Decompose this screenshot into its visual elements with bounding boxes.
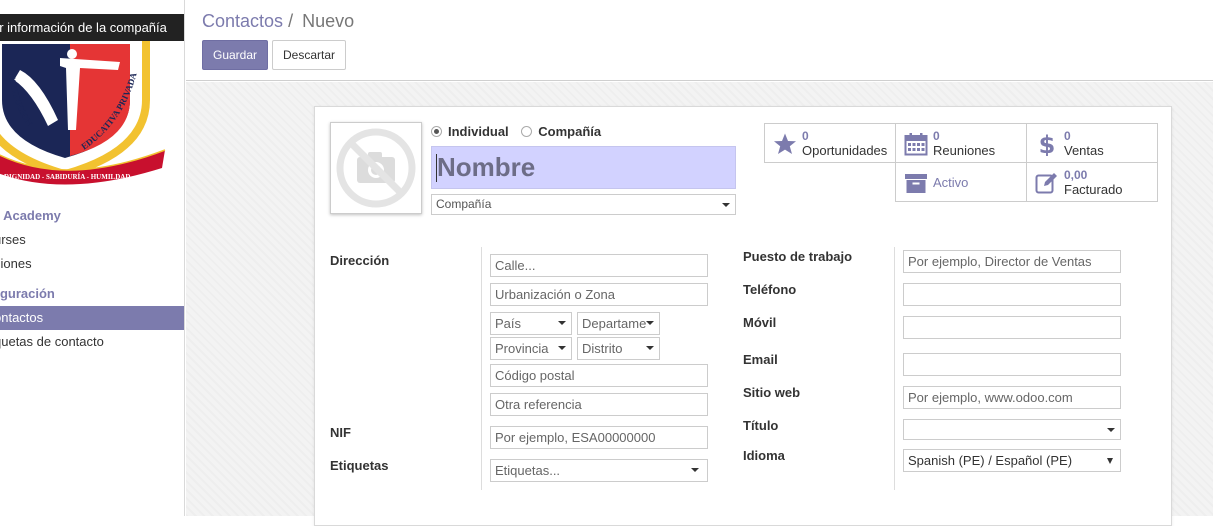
discard-button[interactable]: Descartar	[272, 40, 346, 70]
email-input[interactable]	[903, 353, 1121, 376]
meetings-button[interactable]: 0 Reuniones	[895, 123, 1027, 163]
no-photo-icon	[336, 128, 416, 208]
logo-tooltip: ar información de la compañía	[0, 14, 184, 41]
breadcrumb-current: Nuevo	[302, 11, 355, 31]
chevron-down-icon	[1107, 428, 1115, 432]
job-input[interactable]: Por ejemplo, Director de Ventas	[903, 250, 1121, 273]
sidebar-item-sessions[interactable]: siones	[0, 252, 184, 276]
sidebar-item-courses[interactable]: urses	[0, 228, 184, 252]
control-panel: Contactos / Nuevo Guardar Descartar	[186, 0, 1213, 81]
invoiced-label: Facturado	[1064, 182, 1123, 197]
street-input[interactable]: Calle...	[490, 254, 708, 277]
logo-motto: DIGNIDAD - SABIDURÍA - HUMILDAD	[4, 173, 130, 181]
country-select[interactable]: País	[490, 312, 572, 335]
website-label: Sitio web	[743, 385, 801, 400]
district-select[interactable]: Distrito	[577, 337, 660, 360]
mobile-input[interactable]	[903, 316, 1121, 339]
chevron-down-icon	[558, 346, 566, 350]
chevron-down-icon	[1107, 458, 1113, 464]
svg-text:$: $	[1039, 132, 1056, 156]
invoiced-amount: 0,00	[1064, 168, 1088, 182]
phone-label: Teléfono	[743, 282, 797, 297]
edit-icon	[1035, 173, 1057, 194]
tags-select[interactable]: Etiquetas...	[490, 459, 708, 482]
language-select[interactable]: Spanish (PE) / Español (PE)	[903, 449, 1121, 472]
chevron-down-icon	[646, 321, 654, 325]
radio-individual[interactable]: Individual	[431, 124, 509, 139]
form-sheet: Individual Compañía Nombre Compañía 0 Op…	[314, 106, 1172, 526]
phone-input[interactable]	[903, 283, 1121, 306]
chevron-down-icon	[646, 346, 654, 350]
dollar-icon: $	[1039, 132, 1056, 156]
star-icon	[774, 133, 796, 154]
breadcrumb-separator: /	[288, 11, 294, 31]
nif-label: NIF	[330, 425, 351, 440]
reference-input[interactable]: Otra referencia	[490, 393, 708, 416]
email-label: Email	[743, 352, 778, 367]
language-label: Idioma	[743, 448, 785, 463]
archive-icon	[905, 174, 927, 193]
province-select[interactable]: Provincia	[490, 337, 572, 360]
department-select[interactable]: Departame	[577, 312, 660, 335]
mobile-label: Móvil	[743, 315, 777, 330]
sidebar: INSTITUCION EDUCATIVA PRIVADA DIGNIDAD -…	[0, 0, 185, 516]
active-toggle-button[interactable]: Activo	[895, 162, 1027, 202]
sidebar-section-academy: n Academy	[0, 208, 61, 223]
job-label: Puesto de trabajo	[743, 249, 853, 264]
chevron-down-icon	[558, 321, 566, 325]
sidebar-item-contact-tags[interactable]: quetas de contacto	[0, 330, 184, 354]
breadcrumb-contacts-link[interactable]: Contactos	[202, 11, 283, 31]
tags-label: Etiquetas	[330, 458, 389, 473]
radio-company[interactable]: Compañía	[521, 124, 601, 139]
sidebar-item-contacts[interactable]: ontactos	[0, 306, 184, 330]
opportunities-button[interactable]: 0 Oportunidades	[764, 123, 896, 163]
sales-count: 0	[1064, 129, 1071, 143]
breadcrumb: Contactos / Nuevo	[202, 11, 354, 32]
chevron-down-icon	[722, 203, 730, 207]
title-label: Título	[743, 418, 779, 433]
calendar-icon	[904, 133, 928, 156]
website-input[interactable]: Por ejemplo, www.odoo.com	[903, 386, 1121, 409]
sidebar-menu: n Academy urses siones figuración ontact…	[0, 204, 184, 354]
address-label: Dirección	[330, 253, 390, 268]
active-label: Activo	[933, 175, 969, 190]
form-view: Individual Compañía Nombre Compañía 0 Op…	[186, 82, 1213, 526]
opportunities-label: Oportunidades	[802, 143, 888, 158]
chevron-down-icon	[691, 468, 699, 472]
parent-company-select[interactable]: Compañía	[431, 194, 736, 215]
radio-checked-icon	[431, 126, 442, 137]
sales-button[interactable]: $ 0 Ventas	[1026, 123, 1158, 163]
sales-label: Ventas	[1064, 143, 1104, 158]
sidebar-section-configuration: figuración	[0, 286, 55, 301]
zip-input[interactable]: Código postal	[490, 364, 708, 387]
parent-company-placeholder: Compañía	[436, 197, 492, 211]
right-group-separator	[894, 247, 895, 490]
left-group-separator	[481, 247, 482, 490]
meetings-count: 0	[933, 129, 940, 143]
invoiced-button[interactable]: 0,00 Facturado	[1026, 162, 1158, 202]
opportunities-count: 0	[802, 129, 809, 143]
name-input[interactable]: Nombre	[431, 146, 736, 189]
save-button[interactable]: Guardar	[202, 40, 268, 70]
name-placeholder: Nombre	[437, 152, 536, 182]
avatar-upload[interactable]	[330, 122, 422, 214]
radio-unchecked-icon	[521, 126, 533, 137]
nif-input[interactable]: Por ejemplo, ESA00000000	[490, 426, 708, 449]
street2-input[interactable]: Urbanización o Zona	[490, 283, 708, 306]
meetings-label: Reuniones	[933, 143, 996, 158]
title-select[interactable]	[903, 419, 1121, 440]
company-type-selector: Individual Compañía	[431, 124, 610, 140]
